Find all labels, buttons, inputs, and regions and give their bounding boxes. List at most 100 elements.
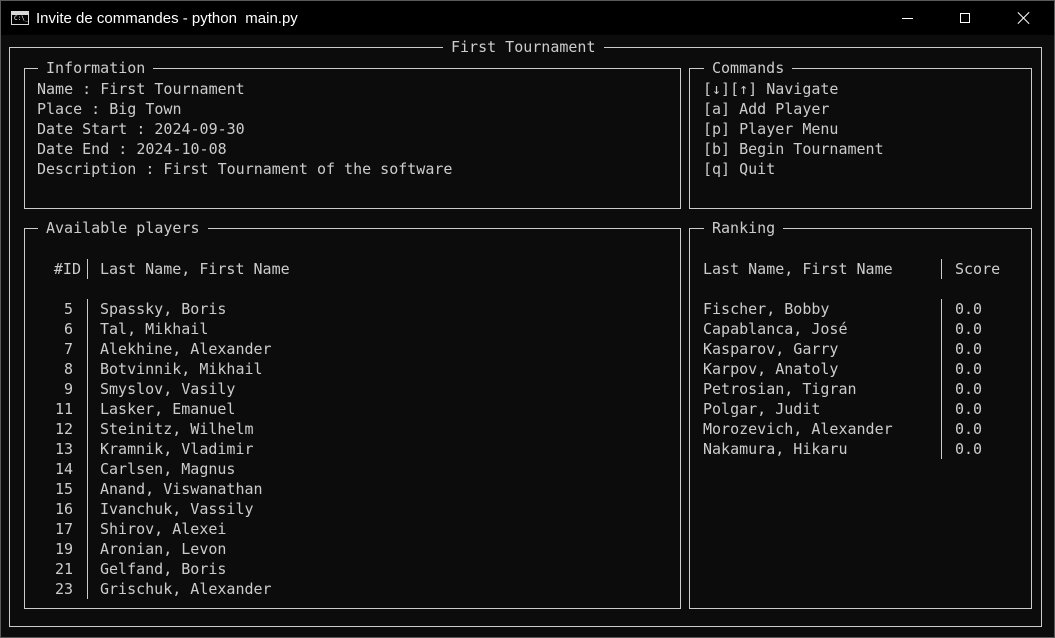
column-separator: [941, 339, 942, 359]
player-id: 8: [63, 360, 73, 378]
command-navigate[interactable]: [↓][↑] Navigate: [703, 79, 838, 99]
player-name: Carlsen, Magnus: [100, 460, 236, 478]
column-separator: [941, 319, 942, 339]
player-name: Botvinnik, Mikhail: [100, 360, 263, 378]
ranking-player-name: Petrosian, Tigran: [703, 380, 857, 398]
column-separator: [87, 579, 88, 599]
information-title: Information: [38, 59, 154, 77]
player-id: 15: [54, 480, 73, 498]
column-separator: [941, 439, 942, 459]
name-column-header: Last Name, First Name: [100, 260, 290, 278]
player-id: 17: [54, 520, 73, 538]
commands-title: Commands: [704, 59, 793, 77]
column-separator: [941, 419, 942, 439]
column-separator: [87, 299, 88, 319]
column-separator: [87, 439, 88, 459]
column-separator: [941, 259, 942, 279]
ranking-name-header: Last Name, First Name: [703, 260, 893, 278]
column-separator: [87, 459, 88, 479]
player-id: 16: [54, 500, 73, 518]
column-separator: [87, 259, 88, 279]
maximize-icon: [960, 13, 970, 23]
player-name: Alekhine, Alexander: [100, 340, 272, 358]
command-quit[interactable]: [q] Quit: [703, 159, 775, 179]
ranking-player-name: Fischer, Bobby: [703, 300, 830, 318]
player-id: 9: [63, 380, 73, 398]
info-description: Description : First Tournament of the so…: [37, 160, 453, 178]
maximize-button[interactable]: [942, 1, 988, 35]
minimize-button[interactable]: [884, 1, 930, 35]
ranking-player-name: Polgar, Judit: [703, 400, 821, 418]
command-add-player[interactable]: [a] Add Player: [703, 99, 829, 119]
close-button[interactable]: [1001, 1, 1047, 35]
tournament-title: First Tournament: [443, 38, 604, 56]
player-id: 14: [54, 460, 73, 478]
column-separator: [941, 359, 942, 379]
ranking-player-name: Kasparov, Garry: [703, 340, 839, 358]
column-separator: [87, 479, 88, 499]
player-name: Lasker, Emanuel: [100, 400, 236, 418]
available-players-panel: Available players #ID Last Name, First N…: [24, 219, 681, 609]
player-id: 5: [63, 300, 73, 318]
column-separator: [87, 379, 88, 399]
ranking-title: Ranking: [704, 219, 784, 237]
player-id: 11: [54, 400, 73, 418]
command-begin-tournament[interactable]: [b] Begin Tournament: [703, 139, 884, 159]
ranking-player-name: Nakamura, Hikaru: [703, 440, 848, 458]
window-title: Invite de commandes - python main.py: [36, 10, 298, 27]
ranking-player-name: Karpov, Anatoly: [703, 360, 839, 378]
player-id: 23: [54, 580, 73, 598]
column-separator: [87, 419, 88, 439]
info-place: Place : Big Town: [37, 100, 182, 118]
column-separator: [87, 519, 88, 539]
info-date-end: Date End : 2024-10-08: [37, 140, 227, 158]
player-name: Tal, Mikhail: [100, 320, 209, 338]
player-id: 13: [54, 440, 73, 458]
player-id: 7: [63, 340, 73, 358]
minimize-icon: [901, 17, 913, 19]
ranking-player-name: Capablanca, José: [703, 320, 848, 338]
ranking-score: 0.0: [955, 340, 983, 358]
column-separator: [87, 359, 88, 379]
ranking-score: 0.0: [955, 400, 983, 418]
ranking-score: 0.0: [955, 320, 983, 338]
terminal-icon: C:\_: [11, 11, 29, 25]
command-player-menu[interactable]: [p] Player Menu: [703, 119, 838, 139]
info-name: Name : First Tournament: [37, 80, 245, 98]
column-separator: [87, 319, 88, 339]
player-name: Grischuk, Alexander: [100, 580, 272, 598]
ranking-score-header: Score: [955, 260, 1001, 278]
ranking-score: 0.0: [955, 300, 983, 318]
column-separator: [87, 339, 88, 359]
column-separator: [941, 299, 942, 319]
id-column-header: #ID: [53, 260, 81, 278]
player-id: 19: [54, 540, 73, 558]
player-name: Smyslov, Vasily: [100, 380, 236, 398]
information-panel: Information Name : First Tournament Plac…: [24, 59, 681, 209]
commands-panel: Commands [↓][↑] Navigate [a] Add Player …: [689, 59, 1032, 209]
player-name: Spassky, Boris: [100, 300, 227, 318]
player-name: Shirov, Alexei: [100, 520, 227, 538]
player-name: Ivanchuk, Vassily: [100, 500, 254, 518]
ranking-panel: Ranking Last Name, First Name Score Fisc…: [689, 219, 1032, 609]
player-id: 21: [54, 560, 73, 578]
available-players-title: Available players: [38, 219, 208, 237]
ranking-score: 0.0: [955, 380, 983, 398]
player-id: 12: [54, 420, 73, 438]
ranking-score: 0.0: [955, 360, 983, 378]
player-name: Steinitz, Wilhelm: [100, 420, 254, 438]
column-separator: [87, 539, 88, 559]
column-separator: [87, 399, 88, 419]
close-icon: [1017, 11, 1031, 25]
column-separator: [941, 379, 942, 399]
player-name: Aronian, Levon: [100, 540, 227, 558]
column-separator: [941, 399, 942, 419]
ranking-player-name: Morozevich, Alexander: [703, 420, 893, 438]
column-separator: [87, 499, 88, 519]
player-name: Kramnik, Vladimir: [100, 440, 254, 458]
ranking-score: 0.0: [955, 420, 983, 438]
column-separator: [87, 559, 88, 579]
ranking-score: 0.0: [955, 440, 983, 458]
player-name: Anand, Viswanathan: [100, 480, 263, 498]
player-id: 6: [63, 320, 73, 338]
